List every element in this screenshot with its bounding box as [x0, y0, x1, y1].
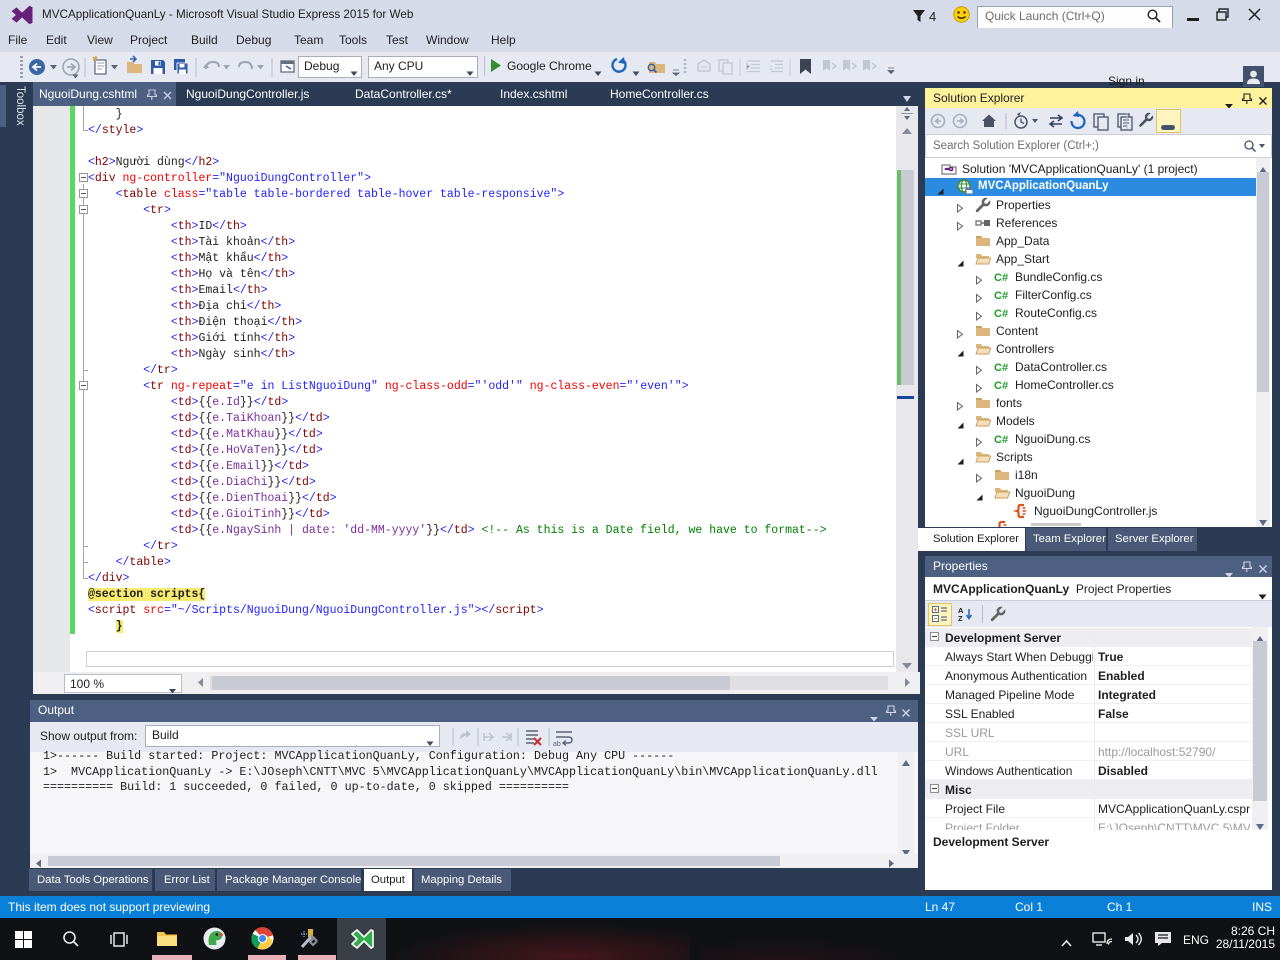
- svg-text:4: 4: [929, 9, 936, 24]
- svg-text:C#: C#: [994, 308, 1008, 320]
- svg-text:C#: C#: [994, 434, 1008, 446]
- svg-text:1: 1: [769, 65, 773, 72]
- svg-text:C#: C#: [994, 362, 1008, 374]
- svg-text:ab: ab: [553, 741, 561, 748]
- svg-text:C#: C#: [994, 290, 1008, 302]
- svg-text:C#: C#: [994, 272, 1008, 284]
- svg-text:C#: C#: [994, 380, 1008, 392]
- svg-text:Z: Z: [958, 614, 963, 622]
